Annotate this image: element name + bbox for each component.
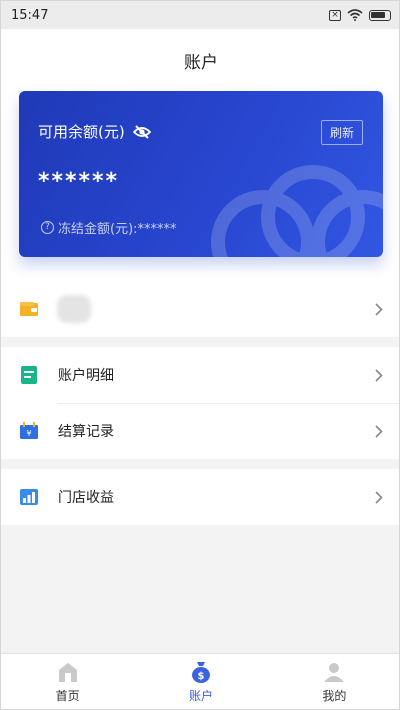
eye-slash-icon[interactable] [132, 124, 151, 139]
status-bar: 15:47 × [1, 1, 399, 29]
money-bag-icon: $ [191, 662, 210, 683]
nav-label: 账户 [188, 689, 213, 703]
chevron-right-icon [375, 490, 383, 504]
balance-amount: ****** [38, 169, 120, 194]
card-decoration-icon [211, 165, 383, 257]
close-box-icon: × [329, 9, 341, 21]
refresh-button[interactable]: 刷新 [321, 120, 363, 145]
frozen-amount-row: ? 冻结金额(元):****** [41, 218, 177, 237]
page-title: 账户 [184, 52, 218, 73]
account-menu-section: 账户明细 ¥ 结算记录 [1, 347, 399, 459]
menu-item-label: 门店收益 [58, 490, 114, 506]
menu-item-label: 账户明细 [58, 368, 114, 384]
wallet-row[interactable] [1, 281, 399, 337]
frozen-amount-label: 冻结金额(元):****** [58, 222, 177, 237]
chevron-right-icon [375, 368, 383, 382]
battery-icon [369, 9, 391, 21]
account-detail-icon [21, 366, 37, 384]
chevron-right-icon [375, 424, 383, 438]
menu-item-settlement-record[interactable]: ¥ 结算记录 [1, 403, 399, 459]
user-icon [324, 663, 345, 682]
menu-item-account-detail[interactable]: 账户明细 [1, 347, 399, 403]
settlement-record-icon: ¥ [20, 422, 38, 439]
chevron-right-icon [375, 302, 383, 316]
status-time: 15:47 [11, 7, 49, 23]
balance-card: 可用余额(元) 刷新 ****** ? 冻结金额(元):****** [19, 91, 383, 257]
phone-screen: 15:47 × 账户 可用余额(元) 刷新 ****** ? 冻结金额(元):*… [0, 0, 400, 710]
nav-item-mine[interactable]: 我的 [268, 654, 399, 709]
svg-text:¥: ¥ [26, 429, 31, 438]
nav-label: 首页 [55, 689, 80, 703]
income-menu-section: 门店收益 [1, 469, 399, 525]
nav-item-account[interactable]: $ 账户 [134, 654, 267, 709]
nav-item-home[interactable]: 首页 [1, 654, 134, 709]
nav-label: 我的 [322, 689, 347, 703]
menu-item-store-income[interactable]: 门店收益 [1, 469, 399, 525]
app-header: 账户 [1, 29, 399, 91]
store-income-icon [20, 489, 38, 505]
bottom-nav: 首页 $ 账户 我的 [1, 653, 399, 709]
wifi-icon [347, 9, 363, 21]
home-icon [58, 663, 77, 682]
status-icons: × [329, 9, 391, 21]
menu-item-label: 结算记录 [58, 424, 114, 440]
balance-label-row: 可用余额(元) [38, 121, 151, 142]
merchant-name-blurred [57, 295, 91, 323]
question-circle-icon[interactable]: ? [41, 221, 54, 234]
wallet-section [1, 281, 399, 337]
balance-label: 可用余额(元) [38, 123, 125, 141]
svg-text:$: $ [198, 671, 205, 682]
wallet-icon [20, 302, 38, 316]
